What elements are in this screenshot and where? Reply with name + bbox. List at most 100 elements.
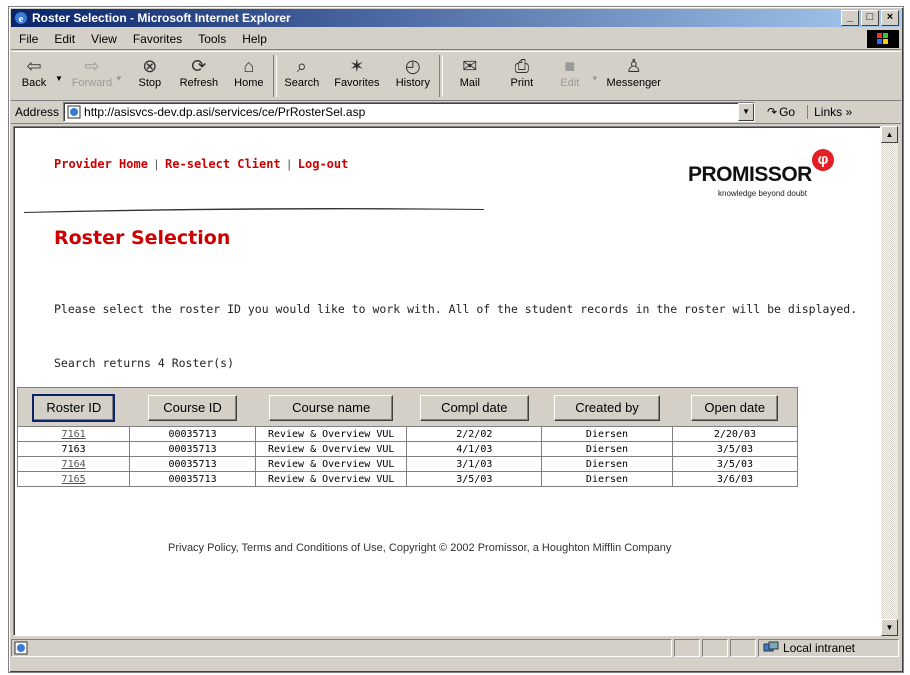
back-arrow-icon: ⇦ [26,55,42,76]
result-count: Search returns 4 Roster(s) [54,356,235,370]
address-input[interactable]: http://asisvcs-dev.dp.asi/services/ce/Pr… [63,102,756,122]
compl-date-cell: 2/2/02 [406,426,543,442]
page-status-icon [14,641,28,655]
home-button[interactable]: ⌂ Home [225,52,273,98]
messenger-icon: ♙ [625,55,642,76]
go-label: Go [779,105,796,119]
provider-home-link[interactable]: Provider Home [54,157,148,171]
roster-id-cell[interactable]: 7164 [16,456,131,472]
sort-compl-date-button[interactable]: Compl date [420,395,529,421]
roster-id-link[interactable]: 7161 [62,429,86,440]
forward-button[interactable]: ⇨ Forward [67,52,117,98]
print-button[interactable]: ⎙ Print [497,52,547,98]
zone-panel: Local intranet [757,639,899,657]
scroll-up-icon[interactable]: ▲ [881,126,898,143]
created-by-cell: Diersen [541,441,673,457]
page-title: Roster Selection [54,227,231,249]
search-icon: ⌕ [296,55,307,76]
footer-text: Privacy Policy, Terms and Conditions of … [168,542,672,554]
menu-help[interactable]: Help [234,32,275,46]
close-button[interactable]: × [881,10,899,26]
menu-tools[interactable]: Tools [190,32,234,46]
address-dropdown-icon[interactable]: ▼ [738,103,755,121]
sort-open-date-button[interactable]: Open date [691,395,779,421]
roster-id-cell: 7163 [16,441,131,457]
open-date-cell: 2/20/03 [671,426,799,442]
forward-arrow-icon: ⇨ [84,55,100,76]
logo-tagline: knowledge beyond doubt [718,189,807,198]
sort-created-by-button[interactable]: Created by [554,395,660,421]
title-bar: e Roster Selection - Microsoft Internet … [11,9,901,27]
menu-file[interactable]: File [11,32,46,46]
scroll-down-icon[interactable]: ▼ [881,619,898,636]
nav-divider: | [287,157,291,171]
course-id-cell: 00035713 [129,426,256,442]
table-row: 7164 00035713 Review & Overview VUL 3/1/… [16,456,799,472]
favorites-button[interactable]: ✶ Favorites [327,52,387,98]
sort-roster-id-button[interactable]: Roster ID [32,394,116,422]
zone-label: Local intranet [782,641,855,655]
favorites-label: Favorites [334,77,380,89]
browser-window: e Roster Selection - Microsoft Internet … [8,6,904,673]
nav-divider: | [154,157,159,171]
vertical-scrollbar[interactable]: ▲ ▼ [881,126,898,636]
window-title: Roster Selection - Microsoft Internet Ex… [32,11,291,25]
svg-text:e: e [19,13,24,25]
intro-text: Please select the roster ID you would li… [54,302,858,316]
reselect-client-link[interactable]: Re-select Client [165,157,281,171]
links-label: Links [814,105,843,119]
open-date-cell: 3/5/03 [671,441,799,457]
logo-wordmark: PROMISSOR [688,163,812,186]
refresh-button[interactable]: ⟳ Refresh [173,52,225,98]
status-bar: Local intranet [11,638,901,658]
created-by-cell: Diersen [541,456,673,472]
roster-id-link[interactable]: 7164 [62,459,86,470]
status-panel [674,639,701,657]
edit-button[interactable]: ■ Edit [547,52,593,98]
links-button[interactable]: Links » [807,105,852,119]
print-label: Print [510,77,534,89]
go-button[interactable]: ↷ Go [767,105,795,119]
sort-course-id-button[interactable]: Course ID [148,395,237,421]
favorites-icon: ✶ [349,55,365,76]
open-date-cell: 3/5/03 [671,456,799,472]
mail-icon: ✉ [462,55,478,76]
logout-link[interactable]: Log-out [298,157,349,171]
stop-label: Stop [138,77,162,89]
history-icon: ◴ [404,55,421,76]
roster-id-link[interactable]: 7165 [62,474,86,485]
table-row: 7165 00035713 Review & Overview VUL 3/5/… [16,471,799,487]
history-button[interactable]: ◴ History [387,52,439,98]
menu-view[interactable]: View [83,32,125,46]
course-id-cell: 00035713 [129,471,256,487]
status-panel [702,639,729,657]
course-name-cell: Review & Overview VUL [254,441,408,457]
edit-dropdown-icon[interactable]: ▼ [591,74,599,83]
promissor-logo: PROMISSOR φ knowledge beyond doubt [688,149,838,199]
menu-bar: File Edit View Favorites Tools Help [11,29,901,50]
forward-label: Forward [71,77,113,89]
home-label: Home [234,77,264,89]
mail-button[interactable]: ✉ Mail [443,52,497,98]
mail-label: Mail [459,77,480,89]
sort-course-name-button[interactable]: Course name [269,395,394,421]
edit-label: Edit [560,77,580,89]
menu-favorites[interactable]: Favorites [125,32,190,46]
back-dropdown-icon[interactable]: ▼ [55,74,63,83]
course-name-cell: Review & Overview VUL [254,456,408,472]
edit-icon: ■ [564,55,576,76]
ie-logo-icon: e [15,12,27,25]
maximize-button[interactable]: □ [861,10,879,26]
messenger-button[interactable]: ♙ Messenger [603,52,665,98]
stop-button[interactable]: ⊗ Stop [127,52,173,98]
roster-id-cell[interactable]: 7161 [16,426,131,442]
back-label: Back [21,77,47,89]
menu-edit[interactable]: Edit [46,32,83,46]
stop-icon: ⊗ [142,55,158,76]
minimize-button[interactable]: _ [841,10,859,26]
forward-dropdown-icon[interactable]: ▼ [115,74,123,83]
address-label: Address [15,105,60,119]
back-button[interactable]: ⇦ Back [11,52,57,98]
roster-id-cell[interactable]: 7165 [16,471,131,487]
search-button[interactable]: ⌕ Search [277,52,327,98]
